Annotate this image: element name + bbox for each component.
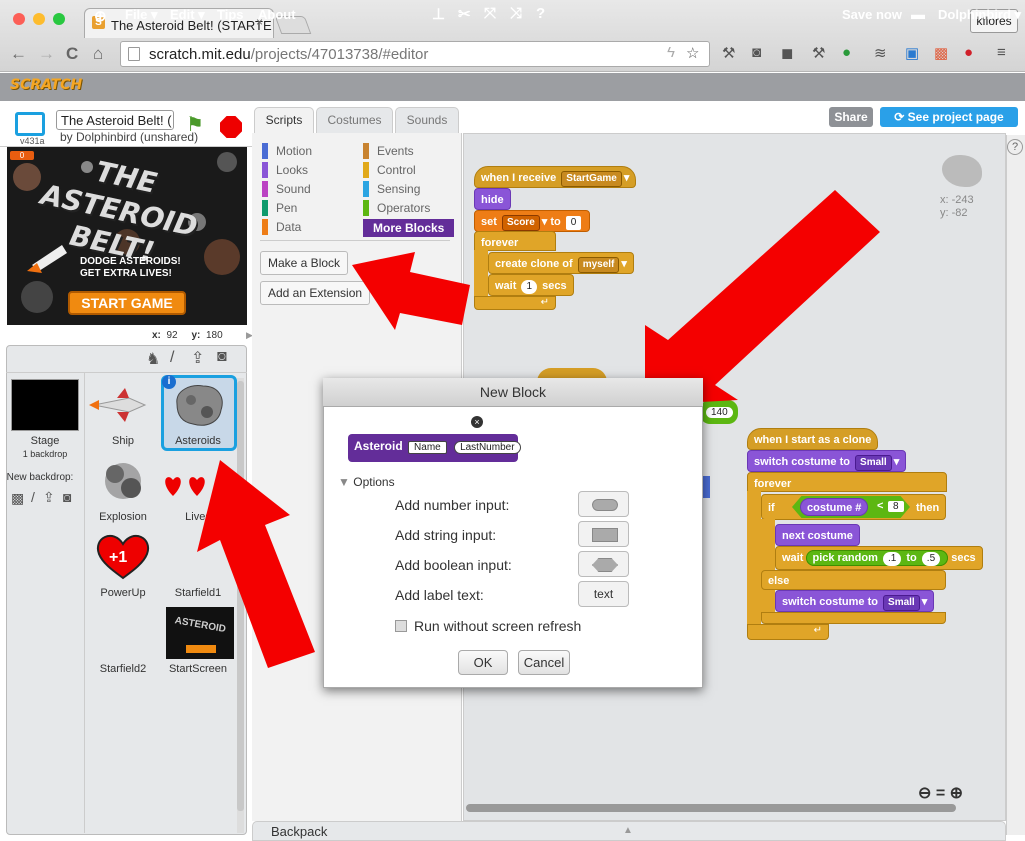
options-toggle[interactable]: ▼ Options	[338, 475, 395, 489]
add-label-button[interactable]: text	[578, 581, 629, 607]
add-label-label: Add label text:	[395, 587, 484, 603]
ok-button[interactable]: OK	[458, 650, 508, 675]
arrow-asteroids-sprite	[197, 460, 315, 668]
dialog-title: New Block	[323, 378, 703, 407]
add-string-button[interactable]	[578, 521, 629, 547]
arrow-make-block	[352, 252, 470, 330]
block-preview[interactable]: Asteroid Name LastNumber	[348, 434, 521, 462]
param-name[interactable]: Name	[408, 441, 447, 454]
add-string-label: Add string input:	[395, 527, 497, 543]
block-name-label[interactable]: Asteroid	[354, 439, 403, 453]
number-shape-icon	[592, 499, 618, 511]
options-label: Options	[353, 475, 395, 489]
param-lastnumber[interactable]: LastNumber	[454, 441, 521, 454]
add-boolean-label: Add boolean input:	[395, 557, 512, 573]
new-block-dialog	[323, 378, 703, 688]
arrow-dialog	[645, 190, 880, 405]
cancel-button[interactable]: Cancel	[518, 650, 570, 675]
add-boolean-button[interactable]	[578, 551, 629, 577]
remove-param-icon[interactable]: ×	[471, 416, 483, 428]
string-shape-icon	[592, 528, 618, 542]
add-number-button[interactable]	[578, 491, 629, 517]
run-without-refresh-checkbox[interactable]	[395, 620, 407, 632]
boolean-shape-icon	[592, 558, 618, 572]
run-without-refresh-label: Run without screen refresh	[414, 618, 582, 634]
triangle-down-icon: ▼	[338, 475, 350, 489]
add-number-label: Add number input:	[395, 497, 510, 513]
